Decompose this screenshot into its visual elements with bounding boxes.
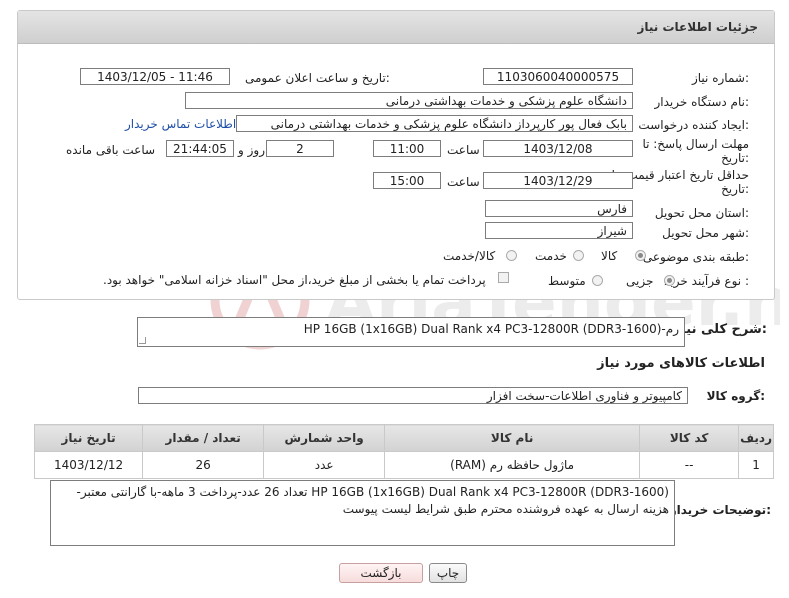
validity-label-date: تاریخ: <box>721 182 749 196</box>
cell-name: ماژول حافظه رم (RAM) <box>384 451 641 479</box>
panel-titlebar: جزئیات اطلاعات نیاز <box>18 11 774 44</box>
requester-field[interactable]: بابک فعال پور کارپرداز دانشگاه علوم پزشک… <box>236 115 633 132</box>
col-need-date: تاریخ نیاز <box>33 424 144 452</box>
category-radio-service[interactable] <box>573 250 584 261</box>
summary-field[interactable]: رم-(HP 16GB (1x16GB) Dual Rank x4 PC3-12… <box>137 317 685 347</box>
need-number-label: شماره نیاز: <box>691 71 749 85</box>
announce-label: تاریخ و ساعت اعلان عمومی: <box>245 71 390 85</box>
cell-code: -- <box>639 451 740 479</box>
purchase-radio-medium[interactable] <box>592 275 603 286</box>
announce-date-field[interactable]: 1403/12/05 - 11:46 <box>80 68 230 85</box>
purchase-option-minor: جزیی <box>626 274 654 288</box>
treasury-payment-checkbox[interactable] <box>498 272 509 283</box>
purchase-radio-minor[interactable] <box>664 275 675 286</box>
cell-need-date: 1403/12/12 <box>33 451 144 479</box>
need-number-field[interactable]: 1103060040000575 <box>483 68 633 85</box>
col-qty: تعداد / مقدار <box>142 424 265 452</box>
goods-table-header: ردیف کد کالا نام کالا واحد شمارش تعداد /… <box>33 424 774 452</box>
remaining-label: ساعت باقی مانده <box>66 143 156 157</box>
days-label: روز و <box>238 143 265 157</box>
requester-label: ایجاد کننده درخواست: <box>638 118 749 132</box>
col-row: ردیف <box>738 424 774 452</box>
category-option-goods: کالا <box>601 249 618 263</box>
summary-resize-handle[interactable] <box>139 337 147 345</box>
col-code: کد کالا <box>639 424 740 452</box>
province-label: استان محل تحویل: <box>654 206 749 220</box>
cell-qty: 26 <box>142 451 265 479</box>
buyer-notes-label: توضیحات خریدار: <box>669 503 771 517</box>
purchase-option-medium: متوسط <box>548 274 586 288</box>
category-radio-goods[interactable] <box>635 250 646 261</box>
goods-group-label: گروه کالا: <box>706 389 765 403</box>
deadline-date-field[interactable]: 1403/12/08 <box>483 140 633 157</box>
buyer-org-label: نام دستگاه خریدار: <box>654 95 750 109</box>
buyer-org-field[interactable]: دانشگاه علوم پزشکی و خدمات بهداشتی درمان… <box>185 92 633 109</box>
province-field[interactable]: فارس <box>485 200 633 217</box>
col-name: نام کالا <box>384 424 641 452</box>
goods-table: ردیف کد کالا نام کالا واحد شمارش تعداد /… <box>33 424 774 479</box>
validity-time-field[interactable]: 15:00 <box>373 172 441 189</box>
validity-date-field[interactable]: 1403/12/29 <box>483 172 633 189</box>
purchase-type-label: نوع فرآیند خرید : <box>664 274 749 288</box>
col-unit: واحد شمارش <box>263 424 386 452</box>
deadline-time-label: ساعت <box>447 143 480 157</box>
buyer-notes-field[interactable]: HP 16GB (1x16GB) Dual Rank x4 PC3-12800R… <box>50 480 675 546</box>
days-remaining-field[interactable]: 2 <box>266 140 334 157</box>
table-row: 1 -- ماژول حافظه رم (RAM) عدد 26 1403/12… <box>33 451 774 479</box>
validity-time-label: ساعت <box>447 175 480 189</box>
cell-row: 1 <box>738 451 774 479</box>
category-option-both: کالا/خدمت <box>443 249 496 263</box>
city-label: شهر محل تحویل: <box>662 226 749 240</box>
treasury-payment-note: پرداخت تمام یا بخشی از مبلغ خرید،از محل … <box>103 273 486 287</box>
buyer-contact-link[interactable]: اطلاعات تماس خریدار <box>125 117 236 131</box>
goods-group-field[interactable]: کامپیوتر و فناوری اطلاعات-سخت افزار <box>138 387 688 404</box>
city-field[interactable]: شیراز <box>485 222 633 239</box>
deadline-label-date: تاریخ: <box>721 151 749 165</box>
deadline-time-field[interactable]: 11:00 <box>373 140 441 157</box>
category-radio-both[interactable] <box>506 250 517 261</box>
remaining-time-field[interactable]: 21:44:05 <box>166 140 234 157</box>
category-label: طبقه بندی موضوعی: <box>642 250 749 264</box>
deadline-label: مهلت ارسال پاسخ: تا <box>642 137 749 151</box>
category-option-service: خدمت <box>535 249 567 263</box>
back-button[interactable]: بازگشت <box>339 563 423 583</box>
summary-label: شرح کلی نیاز: <box>673 322 767 337</box>
print-button[interactable]: چاپ <box>429 563 467 583</box>
panel-title: جزئیات اطلاعات نیاز <box>637 20 758 34</box>
cell-unit: عدد <box>263 451 386 479</box>
goods-section-title: اطلاعات کالاهای مورد نیاز <box>597 356 765 371</box>
